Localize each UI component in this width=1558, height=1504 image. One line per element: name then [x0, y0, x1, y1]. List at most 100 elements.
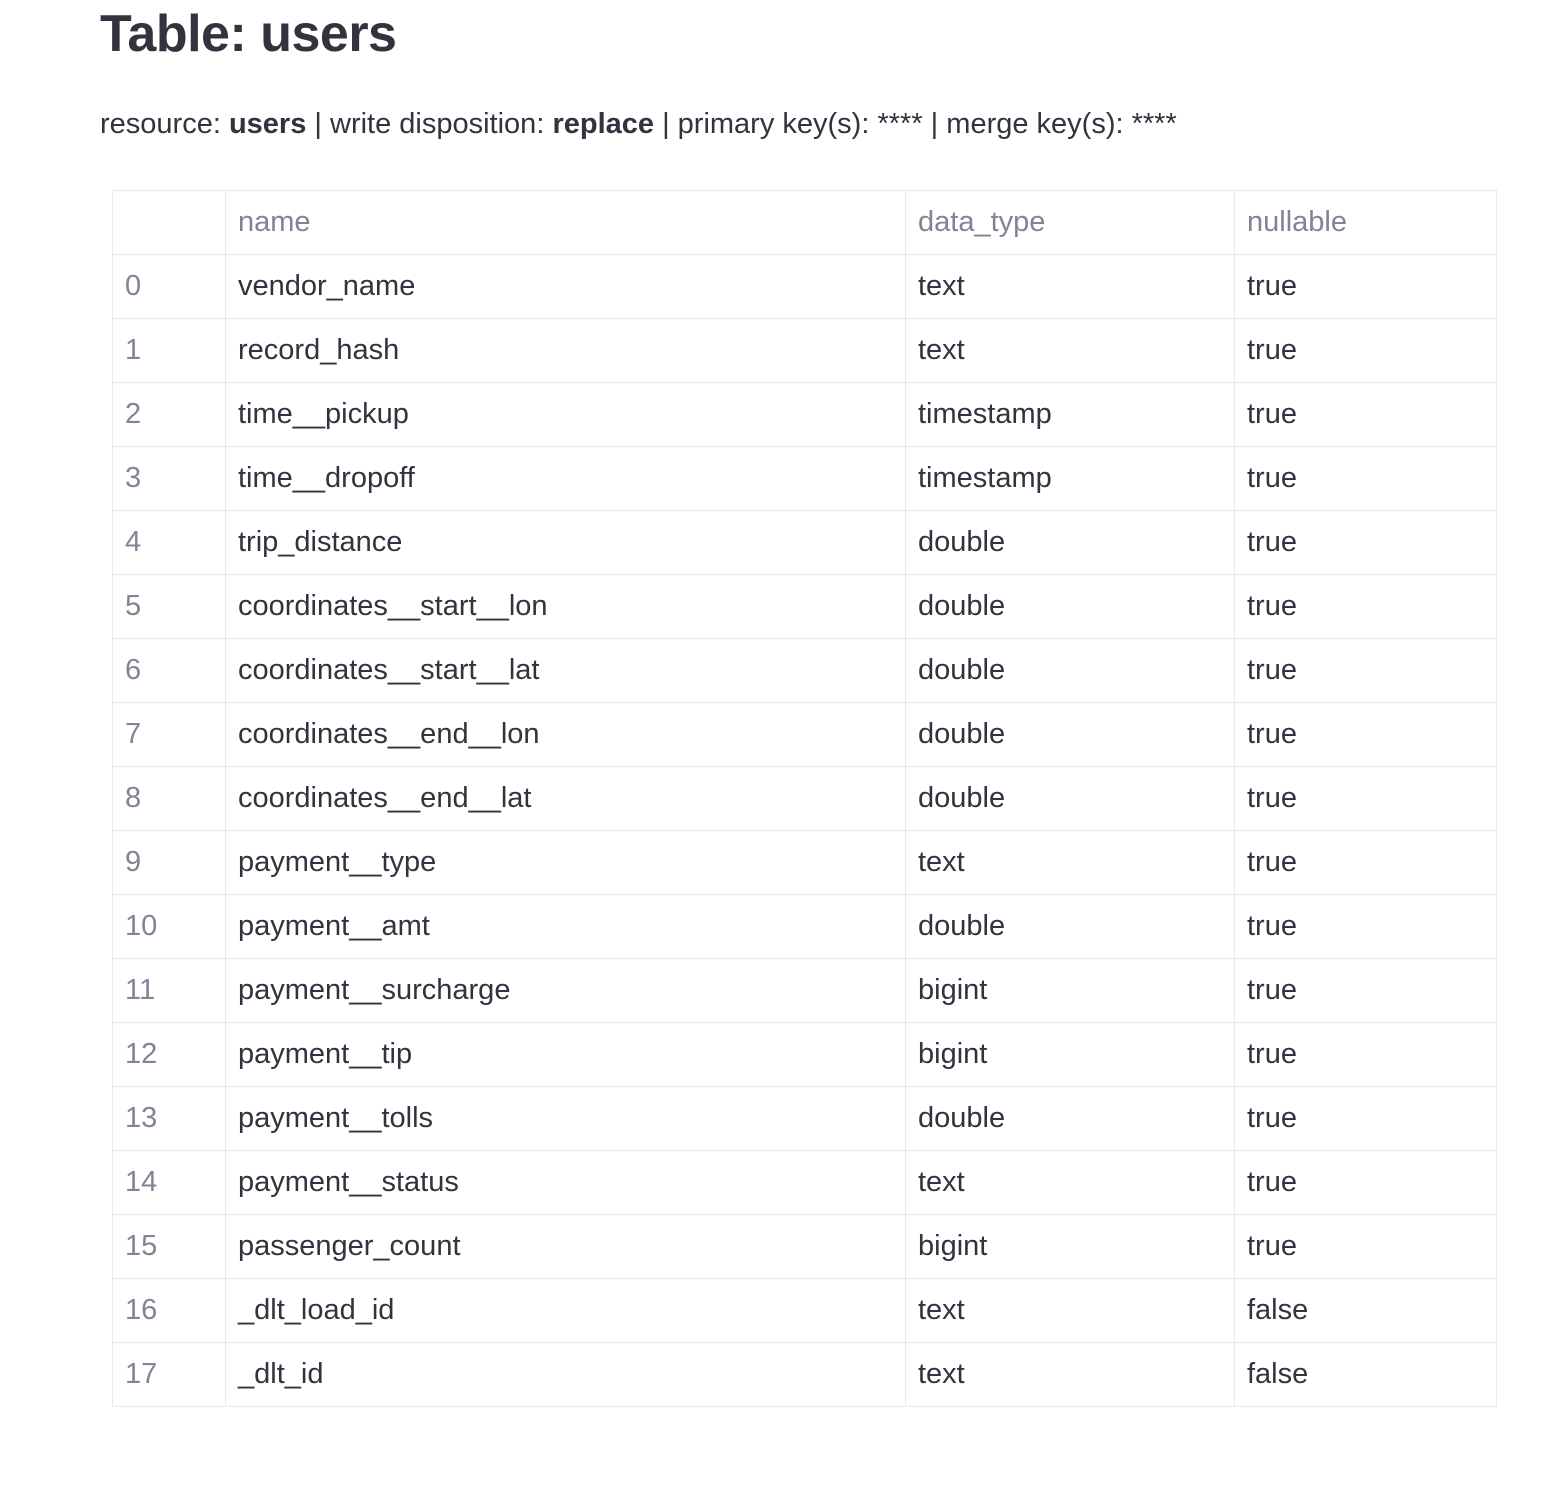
table-row: 6 coordinates__start__lat double true	[112, 638, 1497, 703]
column-name-cell: payment__tolls	[225, 1086, 906, 1151]
row-index-cell: 0	[112, 254, 226, 319]
nullable-cell: false	[1234, 1342, 1497, 1407]
data-type-cell: text	[905, 318, 1235, 383]
column-name-cell: _dlt_id	[225, 1342, 906, 1407]
column-name-cell: coordinates__end__lat	[225, 766, 906, 831]
row-index-cell: 5	[112, 574, 226, 639]
column-name-cell: coordinates__start__lon	[225, 574, 906, 639]
row-index-cell: 14	[112, 1150, 226, 1215]
column-name-cell: vendor_name	[225, 254, 906, 319]
row-index-cell: 1	[112, 318, 226, 383]
row-index-cell: 11	[112, 958, 226, 1023]
row-index-cell: 7	[112, 702, 226, 767]
row-index-cell: 8	[112, 766, 226, 831]
nullable-cell: true	[1234, 958, 1497, 1023]
nullable-cell: true	[1234, 702, 1497, 767]
schema-table-container: name data_type nullable 0 vendor_name text…	[112, 190, 1497, 1407]
merge-key-value: ****	[1131, 108, 1177, 140]
data-type-cell: text	[905, 1342, 1235, 1407]
data-type-cell: text	[905, 1278, 1235, 1343]
merge-key-label: merge key(s):	[946, 108, 1132, 140]
row-index-cell: 3	[112, 446, 226, 511]
nullable-cell: true	[1234, 318, 1497, 383]
table-row: 1 record_hash text true	[112, 318, 1497, 383]
column-name-cell: payment__amt	[225, 894, 906, 959]
table-row: 7 coordinates__end__lon double true	[112, 702, 1497, 767]
table-row: 10 payment__amt double true	[112, 894, 1497, 959]
column-header-nullable: nullable	[1234, 190, 1497, 255]
nullable-cell: true	[1234, 638, 1497, 703]
row-index-cell: 6	[112, 638, 226, 703]
row-index-cell: 15	[112, 1214, 226, 1279]
nullable-cell: true	[1234, 574, 1497, 639]
row-index-cell: 17	[112, 1342, 226, 1407]
row-index-cell: 16	[112, 1278, 226, 1343]
nullable-cell: true	[1234, 894, 1497, 959]
write-disposition-value: replace	[552, 108, 655, 140]
primary-key-value: ****	[877, 108, 923, 140]
data-type-cell: bigint	[905, 958, 1235, 1023]
resource-label: resource:	[100, 108, 229, 140]
column-name-cell: payment__tip	[225, 1022, 906, 1087]
data-type-cell: text	[905, 254, 1235, 319]
table-row: 0 vendor_name text true	[112, 254, 1497, 319]
nullable-cell: true	[1234, 1086, 1497, 1151]
resource-value: users	[228, 108, 307, 140]
data-type-cell: bigint	[905, 1214, 1235, 1279]
nullable-cell: true	[1234, 1022, 1497, 1087]
table-row: 13 payment__tolls double true	[112, 1086, 1497, 1151]
row-index-cell: 13	[112, 1086, 226, 1151]
data-type-cell: double	[905, 766, 1235, 831]
nullable-cell: true	[1234, 766, 1497, 831]
column-name-cell: trip_distance	[225, 510, 906, 575]
column-name-cell: time__dropoff	[225, 446, 906, 511]
column-header-name: name	[225, 190, 906, 255]
data-type-cell: timestamp	[905, 446, 1235, 511]
page-title: Table: users	[100, 5, 397, 63]
data-type-cell: timestamp	[905, 382, 1235, 447]
write-disposition-label: write disposition:	[330, 108, 553, 140]
column-name-cell: passenger_count	[225, 1214, 906, 1279]
table-header-row: name data_type nullable	[112, 190, 1497, 255]
table-row: 12 payment__tip bigint true	[112, 1022, 1497, 1087]
table-row: 8 coordinates__end__lat double true	[112, 766, 1497, 831]
table-row: 5 coordinates__start__lon double true	[112, 574, 1497, 639]
row-index-cell: 10	[112, 894, 226, 959]
nullable-cell: true	[1234, 446, 1497, 511]
primary-key-label: primary key(s):	[677, 108, 878, 140]
column-name-cell: payment__type	[225, 830, 906, 895]
nullable-cell: true	[1234, 1214, 1497, 1279]
data-type-cell: double	[905, 510, 1235, 575]
table-row: 16 _dlt_load_id text false	[112, 1278, 1497, 1343]
nullable-cell: true	[1234, 254, 1497, 319]
data-type-cell: double	[905, 638, 1235, 703]
table-row: 3 time__dropoff timestamp true	[112, 446, 1497, 511]
table-row: 2 time__pickup timestamp true	[112, 382, 1497, 447]
row-index-cell: 2	[112, 382, 226, 447]
table-row: 11 payment__surcharge bigint true	[112, 958, 1497, 1023]
table-row: 4 trip_distance double true	[112, 510, 1497, 575]
column-name-cell: coordinates__end__lon	[225, 702, 906, 767]
table-row: 17 _dlt_id text false	[112, 1342, 1497, 1407]
table-row: 9 payment__type text true	[112, 830, 1497, 895]
column-header-data-type: data_type	[905, 190, 1235, 255]
table-row: 14 payment__status text true	[112, 1150, 1497, 1215]
column-name-cell: payment__status	[225, 1150, 906, 1215]
data-type-cell: text	[905, 830, 1235, 895]
data-type-cell: bigint	[905, 1022, 1235, 1087]
row-index-cell: 9	[112, 830, 226, 895]
nullable-cell: false	[1234, 1278, 1497, 1343]
data-type-cell: double	[905, 894, 1235, 959]
column-header-index	[112, 190, 226, 255]
column-name-cell: coordinates__start__lat	[225, 638, 906, 703]
nullable-cell: true	[1234, 830, 1497, 895]
table-metadata: resource: users | write disposition: rep…	[100, 104, 1177, 144]
column-name-cell: record_hash	[225, 318, 906, 383]
nullable-cell: true	[1234, 510, 1497, 575]
table-body: 0 vendor_name text true 1 record_hash text true…	[112, 254, 1497, 1407]
column-name-cell: payment__surcharge	[225, 958, 906, 1023]
row-index-cell: 4	[112, 510, 226, 575]
nullable-cell: true	[1234, 1150, 1497, 1215]
data-type-cell: double	[905, 702, 1235, 767]
separator: |	[654, 108, 678, 140]
